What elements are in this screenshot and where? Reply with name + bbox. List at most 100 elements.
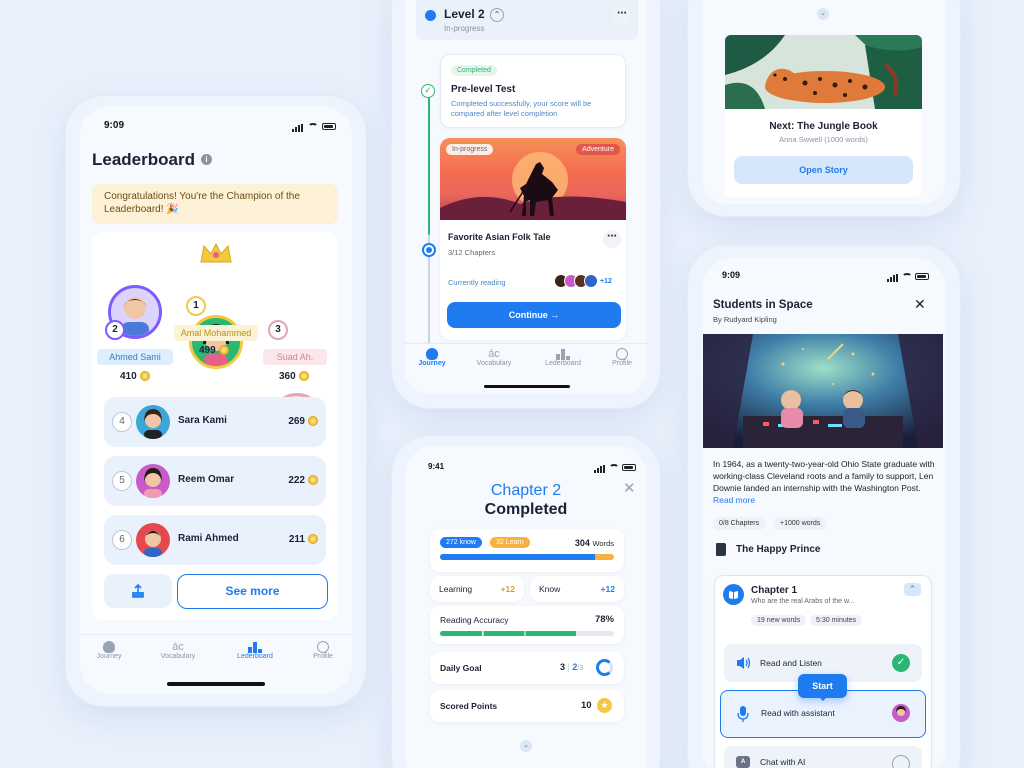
status-icons bbox=[292, 121, 336, 132]
leaderboard-row[interactable]: 4 Sara Kami 269 bbox=[104, 397, 326, 447]
champion-banner-text: Congratulations! You're the Champion of … bbox=[104, 191, 300, 215]
rank-number: 5 bbox=[112, 471, 132, 491]
start-tooltip[interactable]: Start bbox=[798, 674, 847, 698]
story-author: By Rudyard Kipling bbox=[713, 315, 777, 324]
bear-icon bbox=[103, 641, 115, 653]
pending-circle-icon bbox=[892, 755, 910, 768]
know-progress-fill bbox=[440, 554, 595, 560]
next-story-author: Anna Swwell (1000 words) bbox=[779, 135, 868, 144]
pre-level-test-card[interactable]: Completed Pre-level Test Completed succe… bbox=[440, 54, 626, 128]
know-card: Know +12 bbox=[530, 576, 624, 602]
user-score: 269 bbox=[288, 416, 318, 427]
nav-journey[interactable]: Journey bbox=[416, 348, 448, 367]
vocabulary-icon: ác bbox=[172, 641, 184, 653]
scored-points-card: Scored Points 10 ★ bbox=[430, 690, 624, 722]
accuracy-label: Reading Accuracy bbox=[440, 615, 509, 625]
collapse-icon[interactable]: ⌃ bbox=[490, 8, 504, 22]
user-name: Reem Omar bbox=[178, 474, 235, 485]
battery-icon bbox=[622, 464, 636, 471]
nav-journey[interactable]: Journey bbox=[94, 641, 124, 660]
story-more-icon[interactable]: ⋯ bbox=[603, 230, 621, 248]
profile-icon bbox=[317, 641, 329, 653]
podium-icon bbox=[248, 641, 262, 653]
scroll-down-icon[interactable]: ⌄ bbox=[817, 8, 829, 20]
podium-rank-3: 3 bbox=[268, 320, 288, 340]
podium-name-1: Amal Mohammed bbox=[174, 325, 258, 341]
more-icon[interactable]: ⋯ bbox=[613, 7, 631, 25]
new-words-tag: 19 new words bbox=[751, 615, 807, 626]
vocabulary-icon: ác bbox=[488, 348, 500, 360]
scroll-down-icon[interactable]: ⌄ bbox=[520, 740, 532, 752]
check-icon: ✓ bbox=[421, 84, 435, 98]
words-total: 304 Words bbox=[574, 538, 614, 548]
champion-banner: Congratulations! You're the Champion of … bbox=[92, 184, 338, 224]
learning-label: Learning bbox=[439, 584, 473, 594]
nav-profile[interactable]: Profile bbox=[607, 348, 637, 367]
signal-icon bbox=[292, 121, 304, 132]
podium-rank-2: 2 bbox=[105, 320, 125, 340]
nav-label: Journey bbox=[96, 653, 122, 660]
user-name: Sara Kami bbox=[178, 415, 227, 426]
completed-tag: Completed bbox=[451, 65, 497, 76]
coin-icon bbox=[298, 371, 309, 382]
story-excerpt: In 1964, as a twenty-two-year-old Ohio S… bbox=[713, 458, 935, 506]
daily-goal-card: Daily Goal 3 | 2/3 bbox=[430, 652, 624, 684]
read-more-link[interactable]: Read more bbox=[713, 495, 755, 505]
goal-ring-icon bbox=[596, 659, 613, 676]
close-icon[interactable]: ✕ bbox=[914, 297, 926, 311]
podium-avatar-1[interactable] bbox=[189, 315, 243, 369]
see-more-button[interactable]: See more bbox=[177, 574, 328, 609]
duration-tag: 5:30 minutes bbox=[810, 615, 863, 626]
share-button[interactable] bbox=[104, 574, 172, 608]
words-card: 272 know 32 Learn 304 Words bbox=[430, 529, 624, 572]
chevron-up-icon[interactable]: ⌃ bbox=[904, 583, 921, 596]
home-indicator bbox=[167, 682, 265, 686]
status-icons bbox=[887, 271, 929, 282]
open-story-button[interactable]: Open Story bbox=[734, 156, 913, 184]
bear-icon bbox=[426, 348, 438, 360]
leaderboard-row[interactable]: 6 Rami Ahmed 211 bbox=[104, 515, 326, 565]
crown-icon bbox=[199, 242, 233, 264]
nav-profile[interactable]: Profile bbox=[308, 641, 338, 660]
test-description: Completed successfully, your score will … bbox=[451, 99, 592, 118]
currently-reading-label: Currently reading bbox=[448, 278, 506, 287]
reader-avatars: +12 bbox=[554, 274, 612, 288]
coin-icon bbox=[308, 475, 318, 486]
nav-leaderboard[interactable]: Lederboard bbox=[232, 641, 278, 660]
status-time: 9:09 bbox=[722, 270, 741, 280]
nav-label: Profile bbox=[313, 653, 333, 660]
nav-leaderboard[interactable]: Lederboard bbox=[540, 348, 586, 367]
nav-vocabulary[interactable]: ác Vocabulary bbox=[158, 641, 198, 660]
nav-label: Journey bbox=[418, 360, 446, 367]
daily-goal-values: 3 | 2/3 bbox=[560, 662, 584, 672]
continue-button[interactable]: Continue → bbox=[447, 302, 621, 328]
excerpt-text: In 1964, as a twenty-two-year-old Ohio S… bbox=[713, 459, 935, 493]
nav-label: Vocabulary bbox=[476, 360, 512, 367]
chapter-icon bbox=[723, 584, 744, 605]
know-label: Know bbox=[539, 584, 561, 594]
book-title: The Happy Prince bbox=[736, 544, 821, 555]
podium-score-1: 499 bbox=[199, 345, 229, 356]
info-icon[interactable]: i bbox=[201, 154, 212, 165]
wifi-icon bbox=[902, 273, 912, 280]
nav-vocabulary[interactable]: ác Vocabulary bbox=[474, 348, 514, 367]
nav-label: Vocabulary bbox=[160, 653, 196, 660]
story-illustration bbox=[703, 334, 943, 448]
book-icon bbox=[716, 543, 726, 556]
coin-icon bbox=[308, 416, 318, 427]
level-title: Level 2 bbox=[444, 7, 485, 21]
nav-label: Lederboard bbox=[545, 360, 581, 367]
test-title: Pre-level Test bbox=[451, 84, 516, 95]
speaker-icon bbox=[736, 656, 751, 670]
task-chat-ai[interactable]: A Chat with AI bbox=[724, 746, 922, 768]
rank-number: 6 bbox=[112, 530, 132, 550]
leaderboard-row[interactable]: 5 Reem Omar 222 bbox=[104, 456, 326, 506]
story-chapters: 3/12 Chapters bbox=[448, 248, 496, 257]
podium-name-2: Ahmed Sami bbox=[97, 349, 173, 365]
chapter-heading-line1: Chapter 2 bbox=[490, 482, 562, 499]
profile-icon bbox=[616, 348, 628, 360]
chapter-subtitle: Who are the real Arabs of the w... bbox=[751, 598, 855, 605]
podium-rank-1: 1 bbox=[186, 296, 206, 316]
signal-icon bbox=[887, 271, 899, 282]
story-cover-image: In-progress Adventure bbox=[440, 138, 626, 220]
